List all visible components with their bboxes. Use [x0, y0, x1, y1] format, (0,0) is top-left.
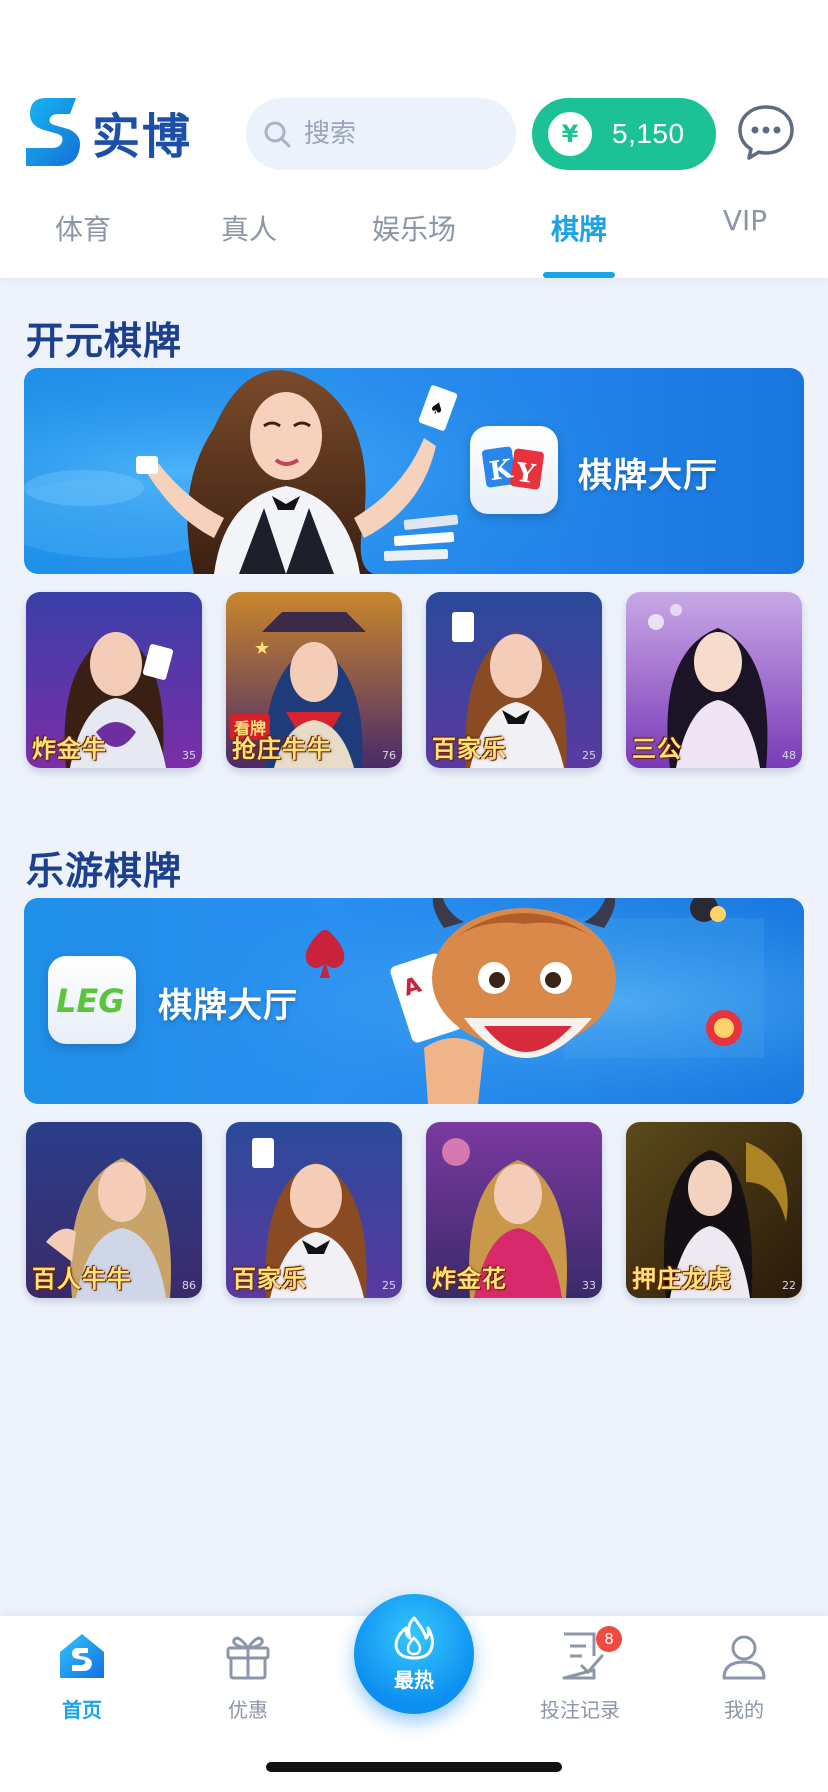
category-tabs: 体育 真人 娱乐场 棋牌 VIP [0, 204, 828, 278]
game-name: 三公 [632, 735, 682, 763]
nav-home[interactable]: 首页 [22, 1630, 142, 1740]
game-card-baijiale[interactable]: 百家乐 25 [426, 592, 602, 768]
hot-games-button[interactable]: 最热 [354, 1594, 474, 1714]
nav-bet-records[interactable]: 8 投注记录 [520, 1626, 640, 1740]
player-count: 35 [182, 749, 196, 762]
player-count: 25 [582, 749, 596, 762]
search-icon [264, 121, 291, 148]
balance-amount: 5,150 [612, 118, 685, 149]
game-card-qiangzhuangniuniu[interactable]: ★ 看牌 抢庄牛牛 76 [226, 592, 402, 768]
player-count: 86 [182, 1279, 196, 1292]
ky-logo-icon: K Y [470, 426, 558, 514]
game-name: 抢庄牛牛 [232, 735, 332, 763]
nav-label: 优惠 [228, 1698, 268, 1722]
tab-live[interactable]: 真人 [166, 208, 332, 278]
game-card-yazhuanglonghu[interactable]: 押庄龙虎 22 [626, 1122, 802, 1298]
profile-icon [722, 1635, 766, 1680]
leyou-lobby-label: 棋牌大厅 [158, 986, 298, 1026]
hot-label: 最热 [394, 1667, 434, 1692]
tab-vip[interactable]: VIP [662, 204, 828, 274]
active-tab-indicator [543, 272, 615, 278]
chat-icon[interactable] [736, 102, 796, 162]
kaiyuan-lobby-label: 棋牌大厅 [578, 456, 718, 496]
player-count: 25 [382, 1279, 396, 1292]
kaiyuan-lobby-banner[interactable]: ♠ K Y 棋牌大厅 [24, 368, 804, 574]
svg-text:LEG: LEG [56, 982, 125, 1020]
nav-profile[interactable]: 我的 [684, 1630, 804, 1740]
leg-logo-icon: LEG [48, 956, 136, 1044]
tab-sports[interactable]: 体育 [0, 208, 166, 278]
flame-icon [394, 1616, 434, 1659]
home-icon [60, 1634, 104, 1678]
svg-text:★: ★ [254, 638, 270, 659]
home-indicator [266, 1762, 562, 1772]
game-card-zhajinhua[interactable]: 炸金花 33 [426, 1122, 602, 1298]
section-title-leyou: 乐游棋牌 [26, 849, 183, 893]
brand-logo[interactable]: 实博 [24, 96, 194, 168]
game-name: 炸金牛 [32, 735, 107, 763]
game-card-zhajinniu[interactable]: 炸金牛 35 [26, 592, 202, 768]
bet-records-badge: 8 [596, 1626, 622, 1652]
game-name: 百家乐 [432, 735, 507, 763]
top-header: 实博 ¥ 5,150 体育 真人 娱乐场 棋牌 VIP [0, 0, 828, 278]
game-card-bairenniuniu[interactable]: 百人牛牛 86 [26, 1122, 202, 1298]
search-bar[interactable] [246, 98, 516, 170]
gift-icon [226, 1636, 270, 1680]
yen-icon: ¥ [548, 112, 592, 156]
bull-banner-art: A [24, 898, 804, 1104]
nav-label: 我的 [724, 1698, 764, 1722]
game-name: 百人牛牛 [32, 1265, 132, 1293]
tab-cards[interactable]: 棋牌 [496, 208, 662, 278]
player-count: 48 [782, 749, 796, 762]
nav-label: 投注记录 [540, 1698, 620, 1722]
leyou-game-row: 百人牛牛 86 百家乐 25 炸金花 33 押庄龙虎 22 [26, 1122, 802, 1300]
game-name: 百家乐 [232, 1265, 307, 1293]
leyou-lobby-banner[interactable]: A LEG 棋牌大厅 [24, 898, 804, 1104]
section-title-kaiyuan: 开元棋牌 [26, 319, 183, 363]
player-count: 33 [582, 1279, 596, 1292]
nav-label: 首页 [62, 1698, 102, 1722]
player-count: 76 [382, 749, 396, 762]
game-card-baijiale-2[interactable]: 百家乐 25 [226, 1122, 402, 1298]
kaiyuan-game-row: 炸金牛 35 ★ 看牌 抢庄牛牛 76 百家乐 25 三公 48 [26, 592, 802, 770]
tab-casino[interactable]: 娱乐场 [331, 208, 497, 278]
search-input[interactable] [304, 119, 504, 149]
player-count: 22 [782, 1279, 796, 1292]
game-card-sangong[interactable]: 三公 48 [626, 592, 802, 768]
brand-s-icon [26, 98, 81, 166]
game-name: 炸金花 [432, 1265, 507, 1293]
game-name: 押庄龙虎 [632, 1265, 732, 1293]
nav-promotions[interactable]: 优惠 [188, 1630, 308, 1740]
wallet-balance-button[interactable]: ¥ 5,150 [532, 98, 716, 170]
brand-name: 实博 [92, 109, 193, 165]
